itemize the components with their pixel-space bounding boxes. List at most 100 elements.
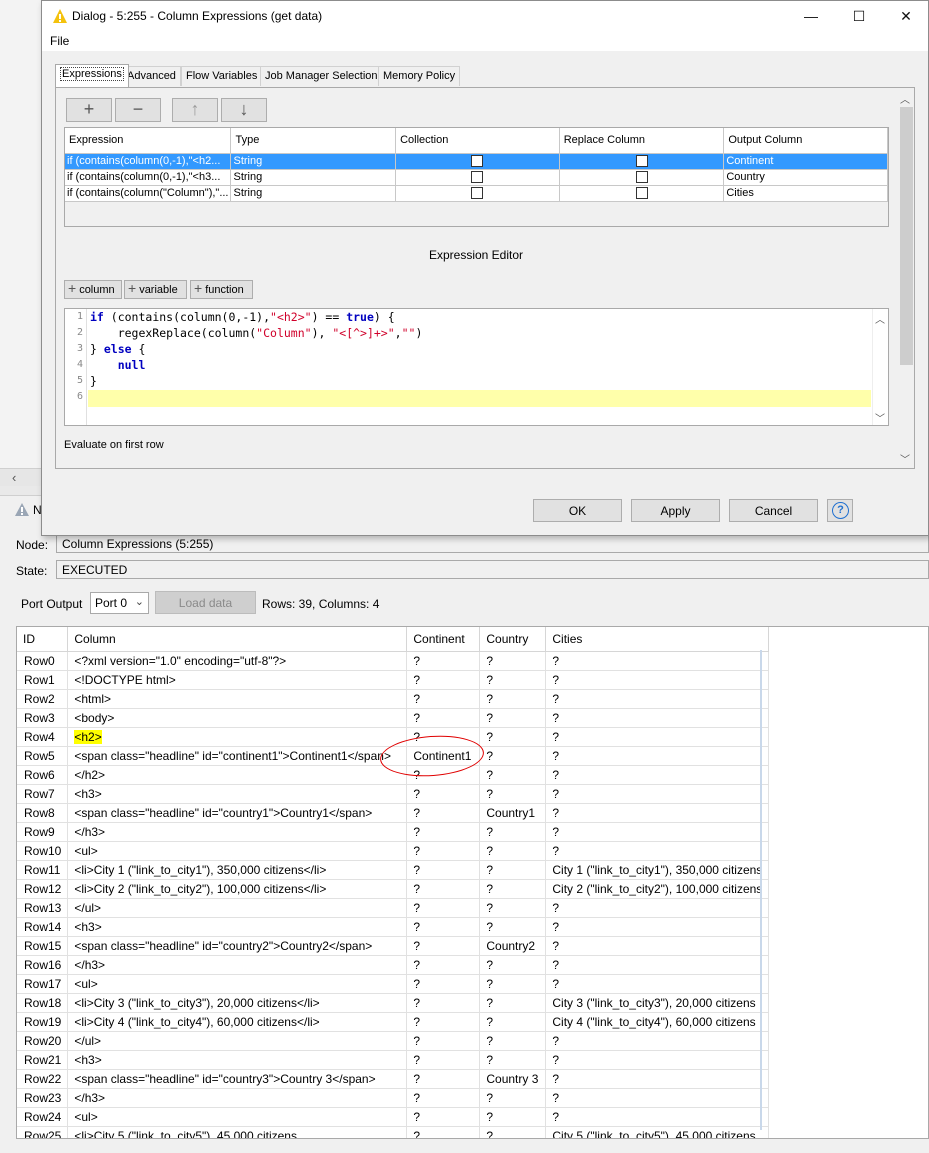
table-row[interactable]: Row9 </h3>??? bbox=[17, 822, 770, 842]
table-row[interactable]: Row24 <ul>??? bbox=[17, 1107, 770, 1127]
table-row[interactable]: Row1 <!DOCTYPE html>??? bbox=[17, 670, 770, 690]
data-table[interactable]: ID Column Continent Country Cities Row0 <?xml… bbox=[16, 626, 929, 1139]
move-down-button[interactable]: ↓ bbox=[221, 98, 267, 122]
table-row[interactable]: Row11 <li>City 1 ("link_to_city1"), 350,0… bbox=[17, 860, 770, 880]
help-button[interactable]: ? bbox=[827, 499, 853, 522]
background-window-edge bbox=[0, 0, 42, 470]
port-select[interactable]: Port 0 ⌄ bbox=[90, 592, 149, 614]
tab-expressions[interactable]: Expressions bbox=[55, 64, 129, 87]
collection-checkbox[interactable] bbox=[471, 171, 484, 184]
add-expression-button[interactable]: + bbox=[66, 98, 112, 122]
table-row[interactable]: Row15 <span class="headline" id="country2… bbox=[17, 936, 770, 956]
expr-row[interactable]: if (contains(column(0,-1),"<h3... String C… bbox=[65, 169, 888, 186]
scroll-left-icon[interactable]: ‹ bbox=[12, 470, 16, 485]
panel-scrollbar[interactable]: ︿ ﹀ bbox=[898, 89, 914, 467]
horizontal-scrollbar[interactable]: ‹ bbox=[0, 468, 42, 486]
line-number: 5 bbox=[76, 375, 83, 386]
table-cell: <span class="headline" id="country2">Cou… bbox=[67, 936, 408, 956]
expr-cell-type: String bbox=[230, 153, 397, 170]
tab-advanced[interactable]: Advanced bbox=[122, 66, 181, 86]
table-cell: ? bbox=[406, 1107, 481, 1127]
column-header[interactable]: Country bbox=[479, 627, 547, 652]
table-cell: <!DOCTYPE html> bbox=[67, 670, 408, 690]
expr-header-cell[interactable]: Replace Column bbox=[559, 128, 725, 154]
table-row[interactable]: Row19 <li>City 4 ("link_to_city4"), 60,00… bbox=[17, 1012, 770, 1032]
table-row[interactable]: Row23 </h3>??? bbox=[17, 1088, 770, 1108]
column-header[interactable]: Continent bbox=[406, 627, 481, 652]
insert-variable-button[interactable]: + variable bbox=[124, 280, 187, 299]
scroll-up-icon[interactable]: ︿ bbox=[875, 311, 885, 326]
insert-function-button[interactable]: + function bbox=[190, 280, 253, 299]
expr-cell-type: String bbox=[230, 185, 397, 202]
tab-job-manager-selection[interactable]: Job Manager Selection bbox=[260, 66, 383, 86]
column-header[interactable]: Column bbox=[67, 627, 408, 652]
expr-row[interactable]: if (contains(column(0,-1),"<h2... String C… bbox=[65, 153, 888, 170]
replace-checkbox[interactable] bbox=[635, 171, 648, 184]
table-row[interactable]: Row20 </ul>??? bbox=[17, 1031, 770, 1051]
scrollbar-thumb[interactable] bbox=[900, 107, 913, 365]
table-row[interactable]: Row22 <span class="headline" id="country3… bbox=[17, 1069, 770, 1089]
apply-button[interactable]: Apply bbox=[631, 499, 720, 522]
table-cell: Country 3 bbox=[479, 1069, 547, 1089]
column-header[interactable]: ID bbox=[17, 627, 69, 652]
table-row[interactable]: Row0 <?xml version="1.0" encoding="utf-8"… bbox=[17, 651, 770, 671]
table-row[interactable]: Row12 <li>City 2 ("link_to_city2"), 100,0… bbox=[17, 879, 770, 899]
remove-expression-button[interactable]: − bbox=[115, 98, 161, 122]
load-data-button[interactable]: Load data bbox=[155, 591, 256, 614]
column-expressions-dialog: Dialog - 5:255 - Column Expressions (get… bbox=[41, 0, 929, 536]
table-row[interactable]: Row7 <h3>??? bbox=[17, 784, 770, 804]
expr-header-cell[interactable]: Output Column bbox=[723, 128, 888, 154]
scroll-down-icon[interactable]: ﹀ bbox=[900, 451, 910, 466]
table-row[interactable]: Row10 <ul>??? bbox=[17, 841, 770, 861]
scroll-up-icon[interactable]: ︿ bbox=[900, 91, 910, 106]
expr-cell-type: String bbox=[230, 169, 397, 186]
close-button[interactable]: ✕ bbox=[883, 1, 929, 31]
code-scrollbar[interactable]: ︿ ﹀ bbox=[872, 309, 888, 425]
table-cell: <span class="headline" id="continent1">C… bbox=[67, 746, 408, 766]
expr-header-cell[interactable]: Type bbox=[230, 128, 397, 154]
expressions-table[interactable]: Expression Type Collection Replace Column Ou… bbox=[64, 127, 889, 227]
expr-cell-expression: if (contains(column("Column"),"... bbox=[65, 185, 232, 202]
code-editor[interactable]: 1 2 3 4 5 6 if (contains(column(0,-1),"<… bbox=[64, 308, 889, 426]
evaluate-first-row-label: Evaluate on first row bbox=[64, 439, 164, 451]
table-row[interactable]: Row16 </h3>??? bbox=[17, 955, 770, 975]
table-row[interactable]: Row17 <ul>??? bbox=[17, 974, 770, 994]
cancel-button[interactable]: Cancel bbox=[729, 499, 818, 522]
replace-checkbox[interactable] bbox=[635, 187, 648, 200]
table-row[interactable]: Row8 <span class="headline" id="country1"… bbox=[17, 803, 770, 823]
table-row[interactable]: Row14 <h3>??? bbox=[17, 917, 770, 937]
menu-file[interactable]: File bbox=[50, 34, 69, 48]
table-row[interactable]: Row2 <html>??? bbox=[17, 689, 770, 709]
minimize-button[interactable]: — bbox=[788, 1, 834, 31]
expr-row[interactable]: if (contains(column("Column"),"... String… bbox=[65, 185, 888, 202]
table-row[interactable]: Row3 <body>??? bbox=[17, 708, 770, 728]
column-header[interactable]: Cities bbox=[545, 627, 770, 652]
replace-checkbox[interactable] bbox=[635, 155, 648, 168]
collection-checkbox[interactable] bbox=[471, 155, 484, 168]
table-cell: ? bbox=[479, 822, 547, 842]
maximize-button[interactable]: ☐ bbox=[836, 1, 882, 31]
table-row[interactable]: Row13 </ul>??? bbox=[17, 898, 770, 918]
move-up-button[interactable]: ↑ bbox=[172, 98, 218, 122]
table-cell: ? bbox=[479, 1031, 547, 1051]
table-row[interactable]: Row21 <h3>??? bbox=[17, 1050, 770, 1070]
tab-memory-policy[interactable]: Memory Policy bbox=[378, 66, 461, 86]
table-cell: ? bbox=[545, 936, 770, 956]
expr-cell-replace bbox=[559, 169, 725, 186]
node-monitor-tab[interactable]: N bbox=[8, 500, 42, 520]
scroll-down-icon[interactable]: ﹀ bbox=[875, 410, 885, 425]
expr-cell-output: Continent bbox=[723, 153, 888, 170]
table-column-divider bbox=[760, 650, 762, 1130]
title-bar[interactable]: Dialog - 5:255 - Column Expressions (get… bbox=[42, 1, 928, 31]
table-row[interactable]: Row18 <li>City 3 ("link_to_city3"), 20,00… bbox=[17, 993, 770, 1013]
expr-header-cell[interactable]: Collection bbox=[395, 128, 560, 154]
line-number: 2 bbox=[76, 327, 83, 338]
tab-flow-variables[interactable]: Flow Variables bbox=[181, 66, 263, 86]
table-row[interactable]: Row25 <li>City 5 ("link_to_city5"), 45,00… bbox=[17, 1126, 770, 1138]
ok-button[interactable]: OK bbox=[533, 499, 622, 522]
expr-header-cell[interactable]: Expression bbox=[65, 128, 232, 154]
collection-checkbox[interactable] bbox=[471, 187, 484, 200]
table-cell: ? bbox=[479, 746, 547, 766]
insert-column-button[interactable]: + column bbox=[64, 280, 122, 299]
table-row[interactable]: Row4 <h2>??? bbox=[17, 727, 770, 747]
